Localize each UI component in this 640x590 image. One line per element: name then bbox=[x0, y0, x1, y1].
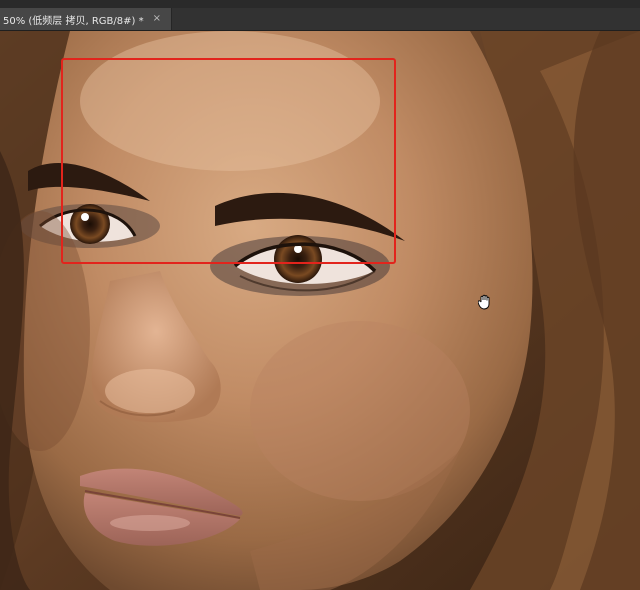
hand-tool-icon bbox=[478, 294, 492, 310]
document-tab-bar: 50% (低频层 拷贝, RGB/8#) * × bbox=[0, 8, 640, 31]
image-canvas[interactable] bbox=[0, 31, 640, 590]
document-tab-title: 50% (低频层 拷贝, RGB/8#) * bbox=[3, 15, 144, 27]
photoshop-window: 50% (低频层 拷贝, RGB/8#) * × bbox=[0, 0, 640, 590]
portrait-photo bbox=[0, 31, 640, 590]
close-icon[interactable]: × bbox=[153, 14, 161, 24]
options-bar-edge bbox=[0, 0, 640, 8]
document-tab[interactable]: 50% (低频层 拷贝, RGB/8#) * × bbox=[0, 8, 172, 30]
